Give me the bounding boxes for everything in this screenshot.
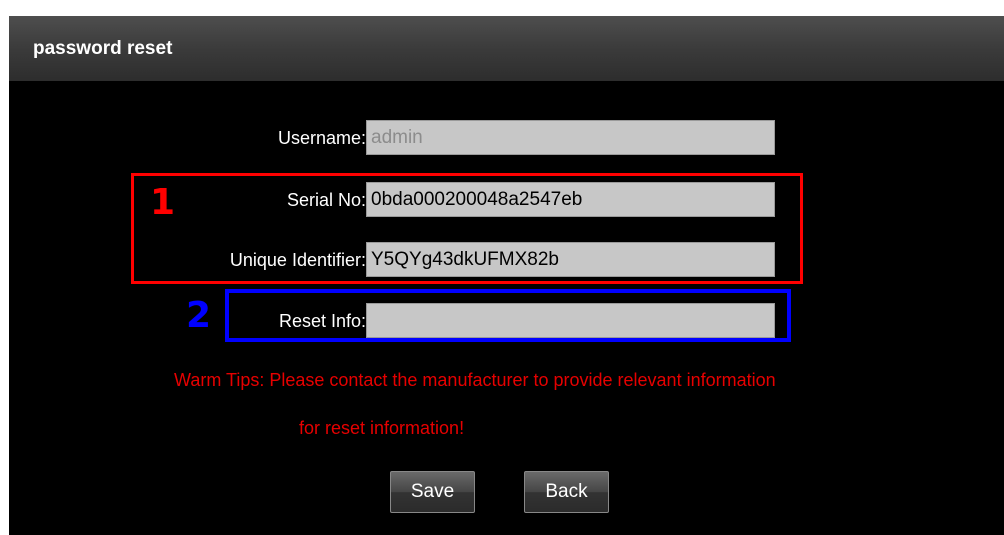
unique-identifier-label: Unique Identifier: — [229, 250, 366, 270]
warm-tips-line1: Warm Tips: Please contact the manufactur… — [174, 370, 776, 390]
dialog-header: password reset — [9, 16, 1004, 81]
save-button[interactable]: Save — [390, 471, 475, 513]
warm-tips-line2: for reset information! — [299, 418, 465, 438]
serial-no-field[interactable] — [366, 182, 775, 217]
username-label: Username: — [277, 128, 366, 148]
annotation-number-2: 2 — [186, 295, 212, 336]
unique-identifier-field[interactable] — [366, 242, 775, 277]
reset-info-field[interactable] — [366, 303, 775, 338]
reset-info-label: Reset Info: — [278, 311, 366, 331]
password-reset-dialog: password reset Username: Serial No: Uniq… — [9, 16, 1004, 535]
dialog-title: password reset — [33, 38, 173, 59]
serial-no-label: Serial No: — [286, 190, 366, 210]
annotation-number-1: 1 — [150, 182, 176, 223]
username-field[interactable] — [366, 120, 775, 155]
back-button[interactable]: Back — [524, 471, 609, 513]
